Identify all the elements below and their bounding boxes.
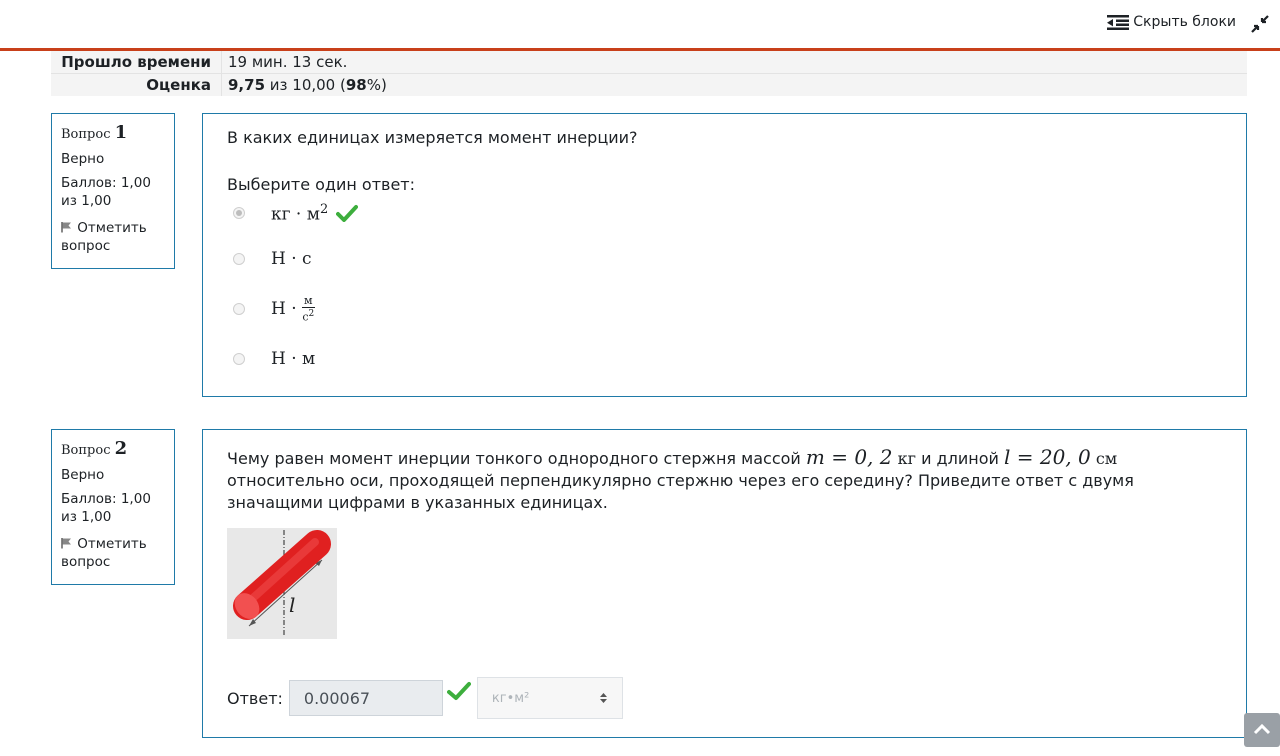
question-2-info: Вопрос 2 Верно Баллов: 1,00 из 1,00 Отме… — [51, 429, 175, 585]
question-2-number: Вопрос 2 — [61, 438, 165, 459]
grade-tail: %) — [366, 76, 387, 94]
question-1-info: Вопрос 1 Верно Баллов: 1,00 из 1,00 Отме… — [51, 113, 175, 269]
fraction-denominator-sup: 2 — [308, 308, 315, 319]
option-1-text: кг · м — [271, 204, 320, 225]
question-number: 1 — [114, 122, 128, 143]
check-icon — [446, 682, 471, 700]
rod-length-label: l — [289, 593, 295, 617]
hide-blocks-label: Скрыть блоки — [1133, 14, 1236, 30]
question-2-flag-link[interactable]: Отметить вопрос — [61, 536, 165, 571]
time-value: 19 мин. 13 сек. — [221, 51, 347, 73]
question-1-state: Верно — [61, 151, 105, 167]
answer-row: Ответ: 0.00067 кг•м² — [227, 677, 1222, 719]
answer-input[interactable]: 0.00067 — [288, 680, 443, 716]
question-2-text-a: Чему равен момент инерции тонкого одноро… — [227, 449, 806, 468]
time-label: Прошло времени — [61, 53, 211, 71]
attempt-summary: Прошло времени 19 мин. 13 сек. Оценка 9,… — [51, 51, 1247, 96]
question-1-flag-link[interactable]: Отметить вопрос — [61, 220, 165, 255]
question-label: Вопрос — [61, 127, 115, 142]
answer-options: кг · м2 Н · с Н · м с2 Н · м — [227, 190, 1222, 382]
grade-of: из 10,00 ( — [265, 76, 346, 94]
question-number: 2 — [114, 438, 128, 459]
option-4[interactable]: Н · м — [227, 336, 1222, 382]
hide-blocks-icon — [1107, 15, 1130, 30]
flag-label: Отметить вопрос — [61, 220, 147, 254]
check-icon — [336, 205, 359, 222]
option-2-label: Н · с — [271, 249, 312, 269]
option-2[interactable]: Н · с — [227, 236, 1222, 282]
length-unit: см — [1095, 449, 1118, 468]
unit-select[interactable]: кг•м² — [476, 677, 623, 719]
scroll-to-top-button[interactable] — [1244, 713, 1280, 747]
option-4-label: Н · м — [271, 349, 316, 369]
grade-value: 9,75 из 10,00 (98%) — [221, 74, 387, 96]
mass-unit: кг — [897, 449, 916, 468]
question-1-number: Вопрос 1 — [61, 122, 165, 143]
option-3-radio[interactable] — [233, 303, 245, 315]
option-1-radio[interactable] — [233, 207, 245, 219]
fraction-numerator: м — [302, 293, 315, 308]
grade-percent: 98 — [345, 76, 367, 94]
updown-icon — [599, 693, 607, 703]
question-2-content: Чему равен момент инерции тонкого одноро… — [202, 429, 1247, 738]
question-2-state: Верно — [61, 467, 105, 483]
question-1-content: В каких единицах измеряется момент инерц… — [202, 113, 1247, 397]
length-formula: l = 20, 0 — [1003, 445, 1091, 469]
unit-select-value: кг•м² — [491, 690, 530, 706]
option-3-label: Н · м с2 — [271, 293, 315, 324]
option-1-sup: 2 — [319, 201, 329, 217]
mass-formula: m = 0, 2 — [805, 445, 893, 469]
question-2-text-c: относительно оси, проходящей перпендикул… — [227, 471, 1134, 512]
option-4-radio[interactable] — [233, 353, 245, 365]
flag-icon — [61, 222, 71, 233]
option-2-radio[interactable] — [233, 253, 245, 265]
collapse-icon[interactable] — [1250, 14, 1270, 34]
question-1-text: В каких единицах измеряется момент инерц… — [227, 128, 638, 147]
summary-row-time: Прошло времени 19 мин. 13 сек. — [51, 51, 1247, 73]
option-1[interactable]: кг · м2 — [227, 190, 1222, 236]
top-bar: Скрыть блоки — [0, 0, 1280, 51]
arrow-up-icon — [1253, 723, 1271, 735]
grade-score: 9,75 — [228, 76, 266, 94]
question-label: Вопрос — [61, 443, 115, 458]
question-2-grade: Баллов: 1,00 из 1,00 — [61, 491, 151, 525]
option-3-fraction: м с2 — [302, 293, 315, 324]
hide-blocks-button[interactable]: Скрыть блоки — [1107, 14, 1236, 30]
summary-row-grade: Оценка 9,75 из 10,00 (98%) — [51, 73, 1247, 96]
question-1-grade: Баллов: 1,00 из 1,00 — [61, 175, 151, 209]
flag-icon — [61, 538, 71, 549]
fraction-denominator: с2 — [302, 308, 314, 324]
grade-label: Оценка — [146, 76, 211, 94]
answer-label: Ответ: — [227, 688, 283, 708]
option-3-text: Н · — [271, 299, 303, 319]
option-1-label: кг · м2 — [271, 202, 328, 225]
rod-figure: l — [227, 528, 337, 639]
flag-label: Отметить вопрос — [61, 536, 147, 570]
option-3[interactable]: Н · м с2 — [227, 282, 1222, 336]
question-2-text: Чему равен момент инерции тонкого одноро… — [227, 446, 1222, 514]
question-2-text-b: и длиной — [915, 449, 1004, 468]
